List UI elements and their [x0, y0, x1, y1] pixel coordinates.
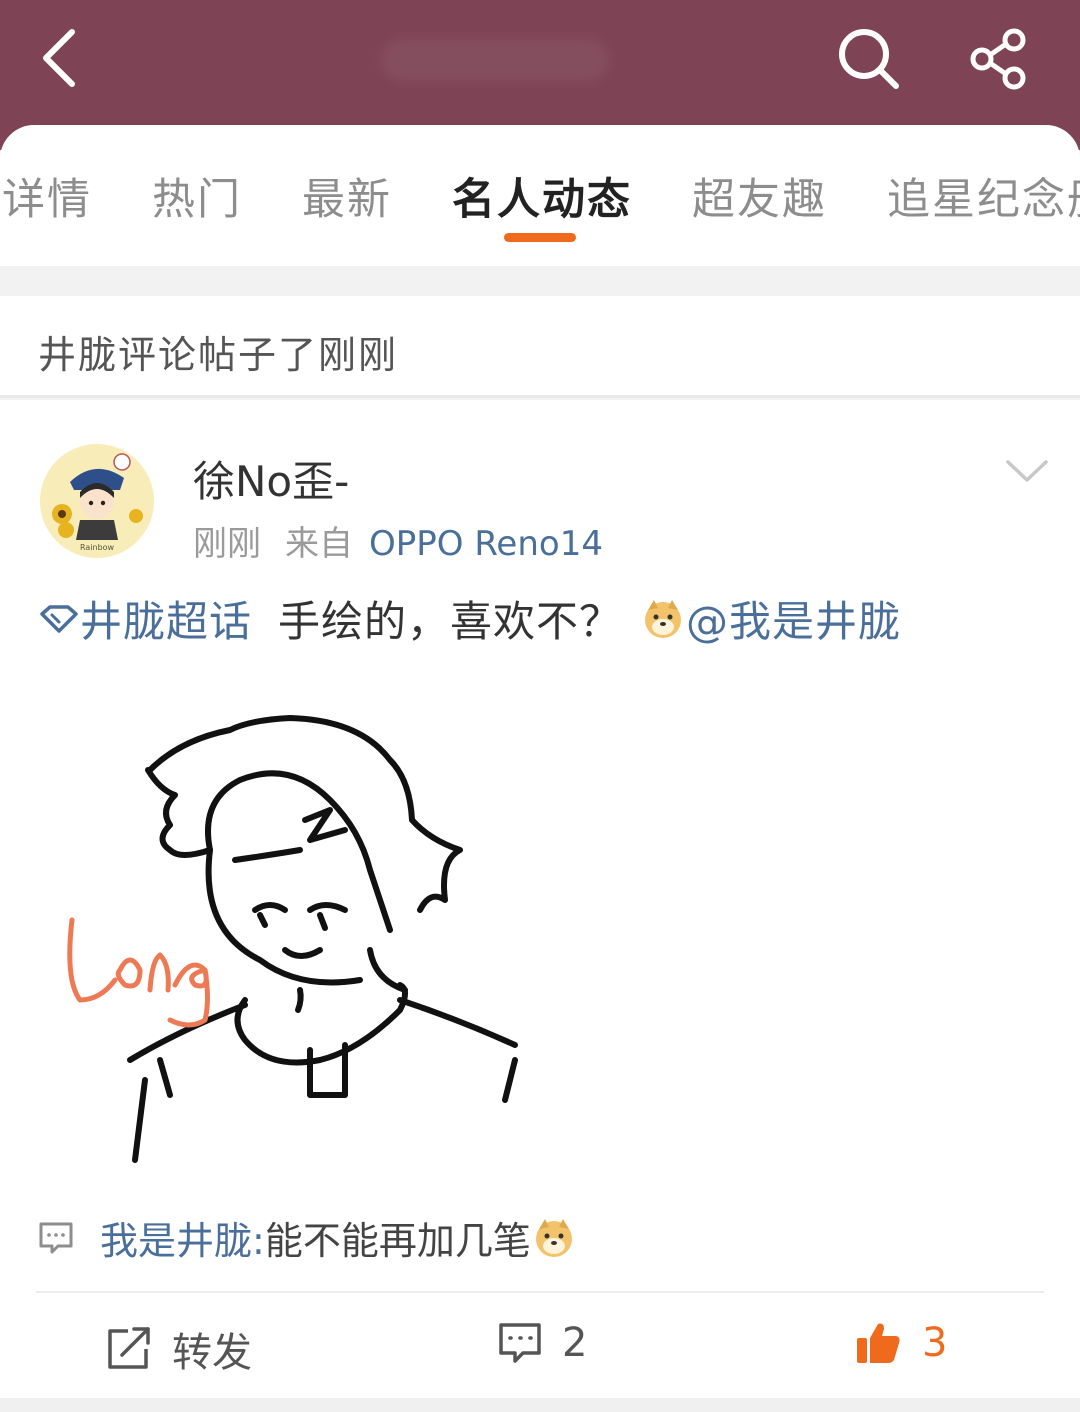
repost-button[interactable]: 转发: [106, 1320, 252, 1378]
source-prefix: 来自: [285, 524, 353, 564]
divider: [36, 1291, 1044, 1293]
tab-memorial[interactable]: 追星纪念册: [887, 165, 1080, 227]
diamond-icon: [40, 604, 78, 633]
bottom-gap: [0, 1398, 1080, 1412]
section-gap: [0, 266, 1080, 296]
post-card: Rainbow 徐No歪- 刚刚 来自 OPPO Reno14 井胧超话 手绘的，喜…: [0, 400, 1080, 1398]
tab-bar: 详情 热门 最新 名人动态 超友趣 追星纪念册: [0, 125, 1080, 266]
repost-label: 转发: [172, 1330, 252, 1376]
post-text: 手绘的，喜欢不？: [278, 597, 623, 646]
tab-celebrity-activity[interactable]: 名人动态: [452, 165, 632, 227]
like-count: 3: [922, 1320, 948, 1366]
avatar-illustration: Rainbow: [40, 444, 154, 558]
blurred-title: [380, 38, 610, 82]
back-icon[interactable]: [34, 26, 94, 90]
avatar[interactable]: Rainbow: [40, 444, 154, 558]
tab-details[interactable]: 详情: [2, 165, 92, 227]
comment-text: 能不能再加几笔: [264, 1219, 531, 1263]
section-header: 井胧评论帖子了刚刚: [0, 296, 1080, 398]
repost-icon: [108, 1327, 150, 1369]
doge-emoji-icon: [535, 1218, 572, 1257]
comment-button[interactable]: 2: [498, 1320, 587, 1366]
post-meta: 刚刚 来自 OPPO Reno14: [193, 516, 603, 565]
thumbs-up-icon: [857, 1323, 900, 1363]
comment-icon: [499, 1323, 541, 1363]
author-name[interactable]: 徐No歪-: [193, 448, 349, 509]
tab-latest[interactable]: 最新: [302, 165, 392, 227]
hot-comment[interactable]: 我是井胧: 能不能再加几笔: [38, 1210, 577, 1265]
topic-label: 井胧超话: [80, 597, 253, 646]
doge-emoji-icon: [645, 599, 682, 638]
tab-fan-fun[interactable]: 超友趣: [692, 165, 827, 227]
post-image[interactable]: [60, 700, 540, 1180]
device-name[interactable]: OPPO Reno14: [369, 524, 603, 564]
tab-hot[interactable]: 热门: [152, 165, 242, 227]
active-tab-indicator: [504, 233, 576, 242]
post-body: 井胧超话 手绘的，喜欢不？ @我是井胧: [38, 588, 901, 649]
post-time: 刚刚: [193, 524, 261, 564]
comment-count: 2: [562, 1320, 588, 1366]
mention-link[interactable]: @我是井胧: [686, 588, 901, 649]
search-icon[interactable]: [836, 26, 902, 92]
comment-author[interactable]: 我是井胧:: [100, 1210, 265, 1265]
topic-link[interactable]: 井胧超话: [38, 588, 252, 649]
chevron-down-icon[interactable]: [1004, 456, 1050, 486]
share-icon[interactable]: [966, 26, 1032, 92]
comment-bubble-icon: [39, 1222, 73, 1253]
like-button[interactable]: 3: [854, 1320, 947, 1366]
section-title: 井胧评论帖子了刚刚: [38, 333, 399, 377]
svg-text:Rainbow: Rainbow: [80, 543, 115, 552]
